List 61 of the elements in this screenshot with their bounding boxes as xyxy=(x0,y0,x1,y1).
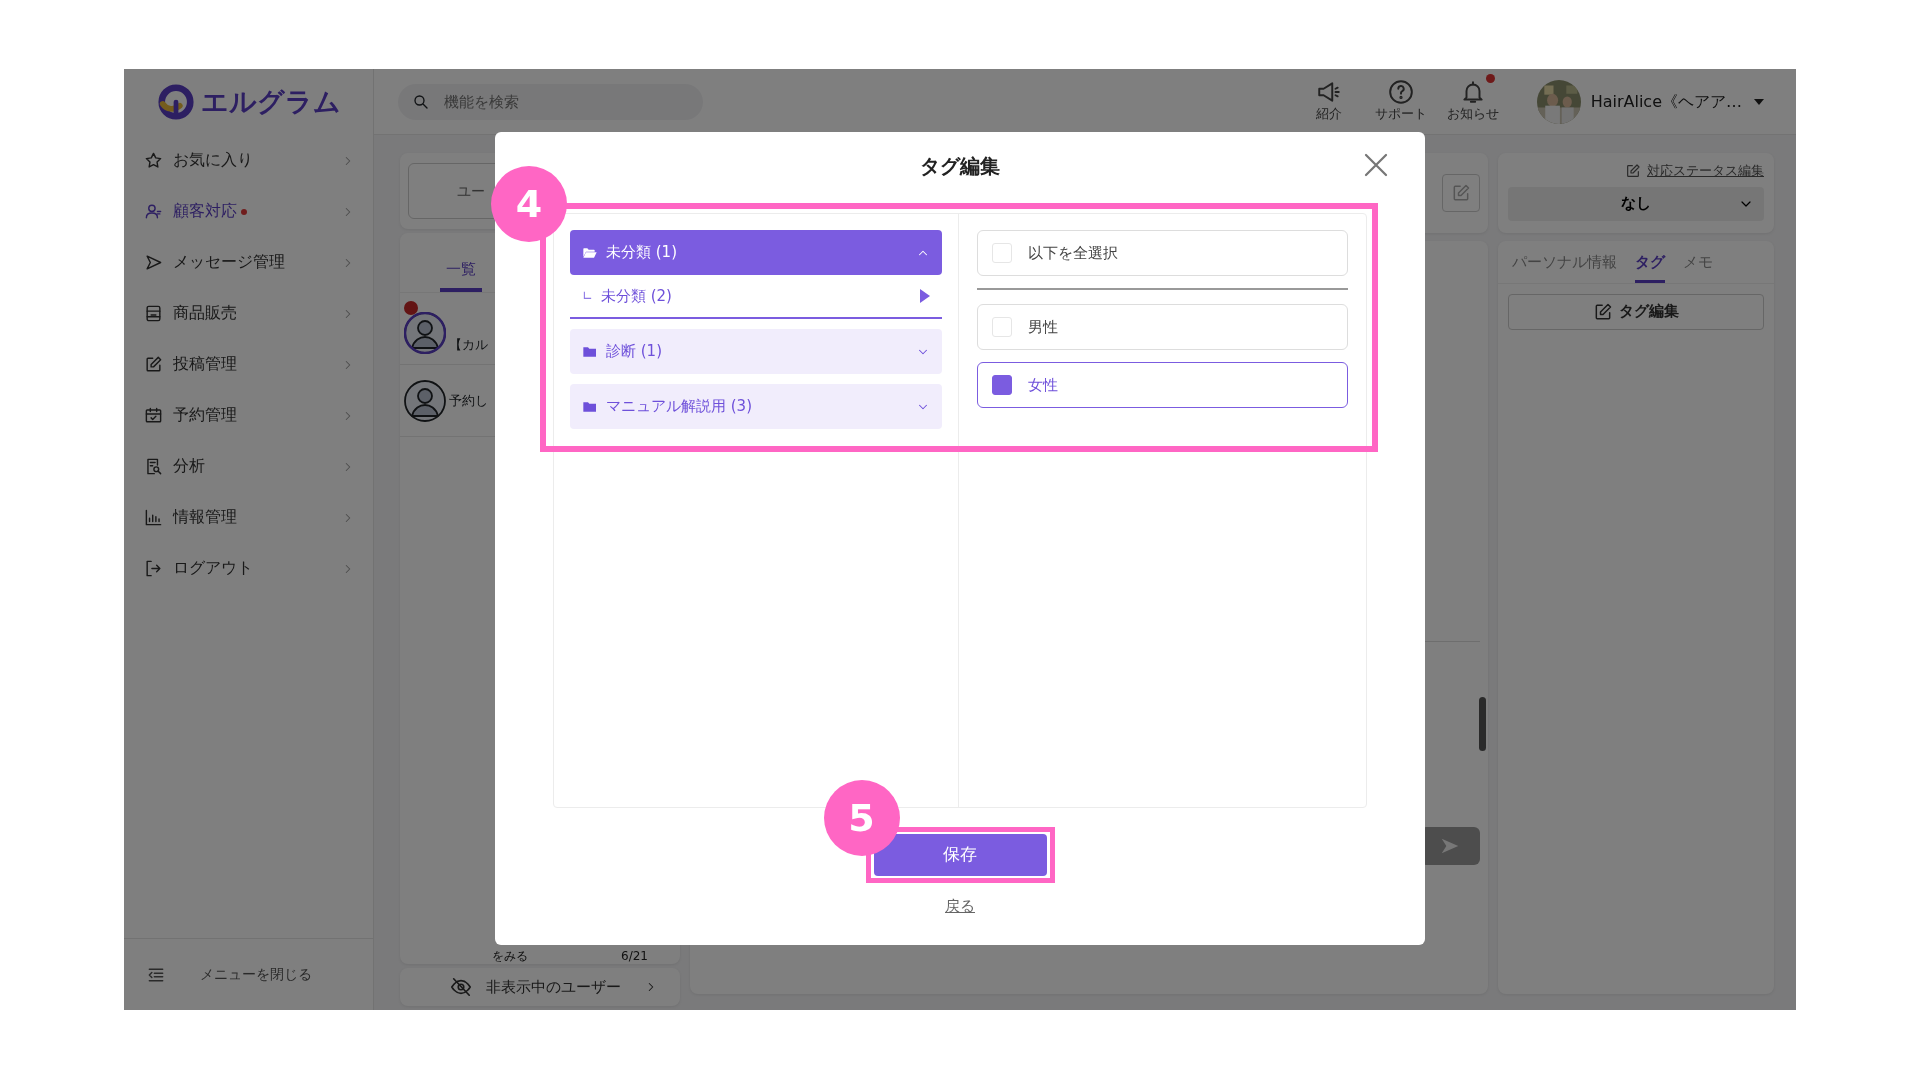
star-icon xyxy=(144,151,163,170)
message-preview: をみる xyxy=(492,949,528,963)
register-icon xyxy=(144,304,163,323)
person-icon xyxy=(144,202,163,221)
tag-checkbox-row[interactable]: 以下を全選択 xyxy=(977,230,1348,276)
send-icon xyxy=(144,253,163,272)
sidebar-item[interactable]: 分析 xyxy=(124,441,373,492)
sidebar-item[interactable]: メッセージ管理 xyxy=(124,237,373,288)
tag-edit-button[interactable]: タグ編集 xyxy=(1508,293,1764,330)
logout-icon xyxy=(144,559,163,578)
sidebar-item[interactable]: ログアウト xyxy=(124,543,373,594)
folder-item[interactable]: 診断 (1) xyxy=(570,329,942,374)
sidebar-item[interactable]: 顧客対応 xyxy=(124,186,373,237)
detail-tab[interactable]: メモ xyxy=(1683,251,1713,283)
calendar-icon xyxy=(144,406,163,425)
folder-item[interactable]: 未分類 (1) xyxy=(570,230,942,275)
header-icon-button[interactable]: 紹介 xyxy=(1292,78,1365,125)
logo-icon xyxy=(156,83,195,121)
scrollbar-thumb[interactable] xyxy=(1479,697,1486,751)
edit-icon xyxy=(144,355,163,374)
save-button[interactable]: 保存 xyxy=(873,834,1047,876)
logo-text: エルグラム xyxy=(200,84,341,119)
status-edit-link[interactable]: 対応ステータス編集 xyxy=(1647,161,1764,181)
message-date: 6/21 xyxy=(621,949,648,963)
hidden-users-button[interactable]: 非表示中のユーザー xyxy=(400,968,680,1006)
step-number-badge: 5 xyxy=(823,780,900,856)
account-name: HairAlice《ヘアア… xyxy=(1590,90,1742,113)
edit-icon xyxy=(1593,301,1613,322)
back-link[interactable]: 戻る xyxy=(945,895,975,918)
header-icon-button[interactable]: お知らせ xyxy=(1436,78,1509,125)
search-icon xyxy=(412,92,430,111)
list-tab[interactable]: 一覧 xyxy=(440,257,482,292)
play-icon xyxy=(918,288,930,304)
eye-slash-icon xyxy=(450,976,472,998)
sidebar-item[interactable]: 投稿管理 xyxy=(124,339,373,390)
modal-title: タグ編集 xyxy=(920,152,1000,180)
document-search-icon xyxy=(144,457,163,476)
detail-tab[interactable]: パーソナル情報 xyxy=(1512,251,1617,283)
subfolder-item[interactable]: ∟ 未分類 (2) xyxy=(570,275,942,319)
header-icon-button[interactable]: サポート xyxy=(1364,78,1437,125)
step-number-badge: 4 xyxy=(491,166,567,242)
edit-icon xyxy=(1451,183,1471,203)
tag-checkbox-row[interactable]: 男性 xyxy=(977,304,1348,350)
search-field[interactable]: 機能を検索 xyxy=(398,83,703,120)
bar-chart-icon xyxy=(144,508,163,527)
message-preview: 【カル xyxy=(449,335,488,354)
status-select[interactable]: なし xyxy=(1508,186,1764,221)
detail-tab[interactable]: タグ xyxy=(1635,251,1665,283)
person-avatar-icon xyxy=(404,379,446,422)
help-icon xyxy=(1387,79,1414,106)
person-avatar-icon xyxy=(404,312,446,354)
sidebar-item[interactable]: 情報管理 xyxy=(124,492,373,543)
sidebar-item[interactable]: 商品販売 xyxy=(124,288,373,339)
message-preview: 予約し xyxy=(449,391,488,410)
folder-item[interactable]: マニュアル解説用 (3) xyxy=(570,384,942,429)
sidebar-item[interactable]: お気に入り xyxy=(124,135,373,186)
sidebar-item[interactable]: 予約管理 xyxy=(124,390,373,441)
edit-button[interactable] xyxy=(1442,174,1480,212)
tag-checkbox-row[interactable]: 女性 xyxy=(977,362,1348,408)
edit-icon xyxy=(1625,162,1641,179)
checkbox[interactable] xyxy=(992,375,1012,395)
